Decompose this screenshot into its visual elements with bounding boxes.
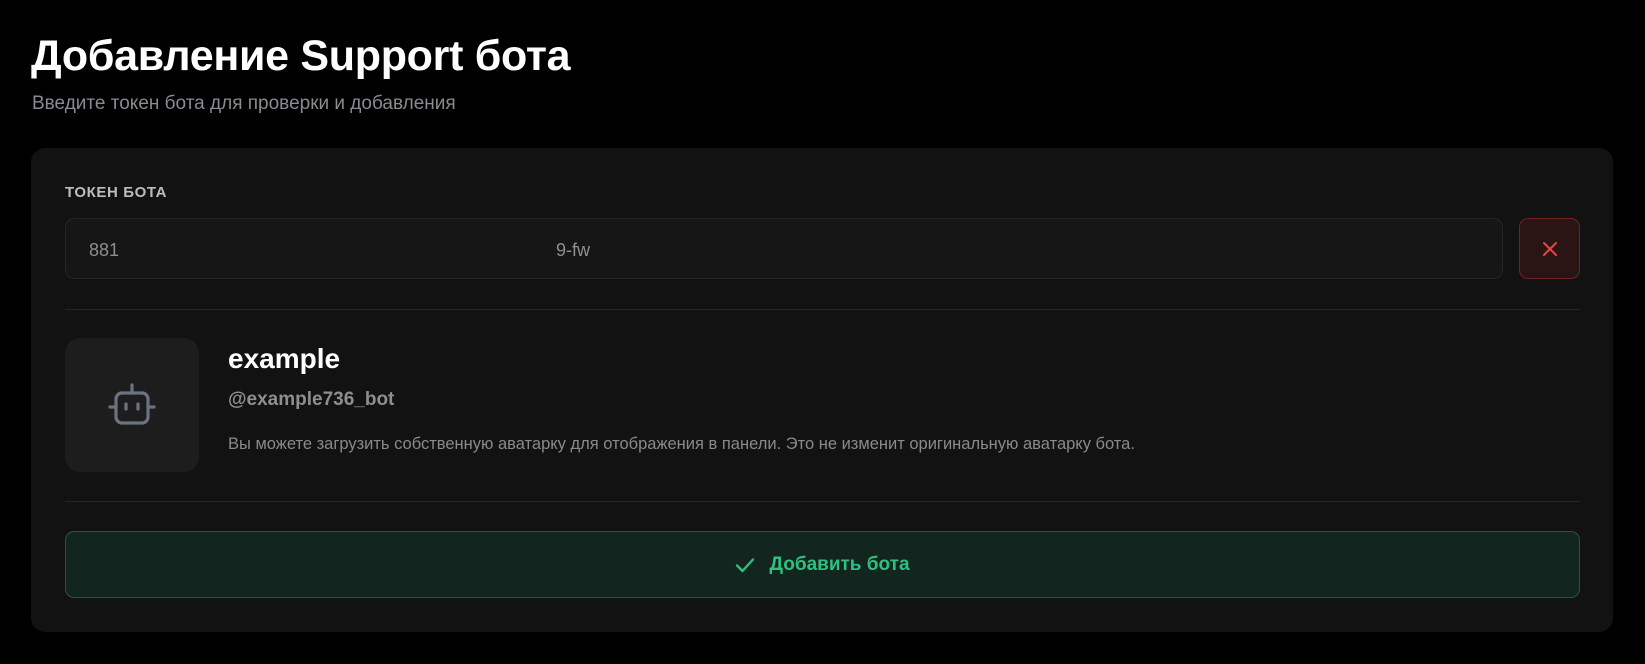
add-bot-card: ТОКЕН БОТА 881 9-fw example @example736_… [31, 148, 1613, 632]
token-field-label: ТОКЕН БОТА [65, 184, 168, 201]
divider [65, 501, 1580, 502]
token-value-end: 9-fw [556, 240, 591, 260]
bot-name: example [228, 343, 341, 374]
add-bot-button[interactable]: Добавить бота [65, 531, 1580, 598]
bot-avatar[interactable] [65, 338, 199, 472]
token-input[interactable]: 881 9-fw [65, 218, 1503, 279]
robot-icon [107, 382, 157, 428]
page-subtitle: Введите токен бота для проверки и добавл… [32, 93, 456, 114]
check-icon [735, 557, 755, 573]
clear-token-button[interactable] [1519, 218, 1580, 279]
divider [65, 309, 1580, 310]
bot-username: @example736_bot [228, 389, 395, 410]
avatar-upload-hint: Вы можете загрузить собственную аватарку… [228, 435, 1135, 453]
page-title: Добавление Support бота [31, 32, 571, 80]
close-icon [1542, 241, 1558, 257]
add-bot-button-label: Добавить бота [769, 553, 910, 575]
token-value-start: 881 [89, 240, 120, 260]
